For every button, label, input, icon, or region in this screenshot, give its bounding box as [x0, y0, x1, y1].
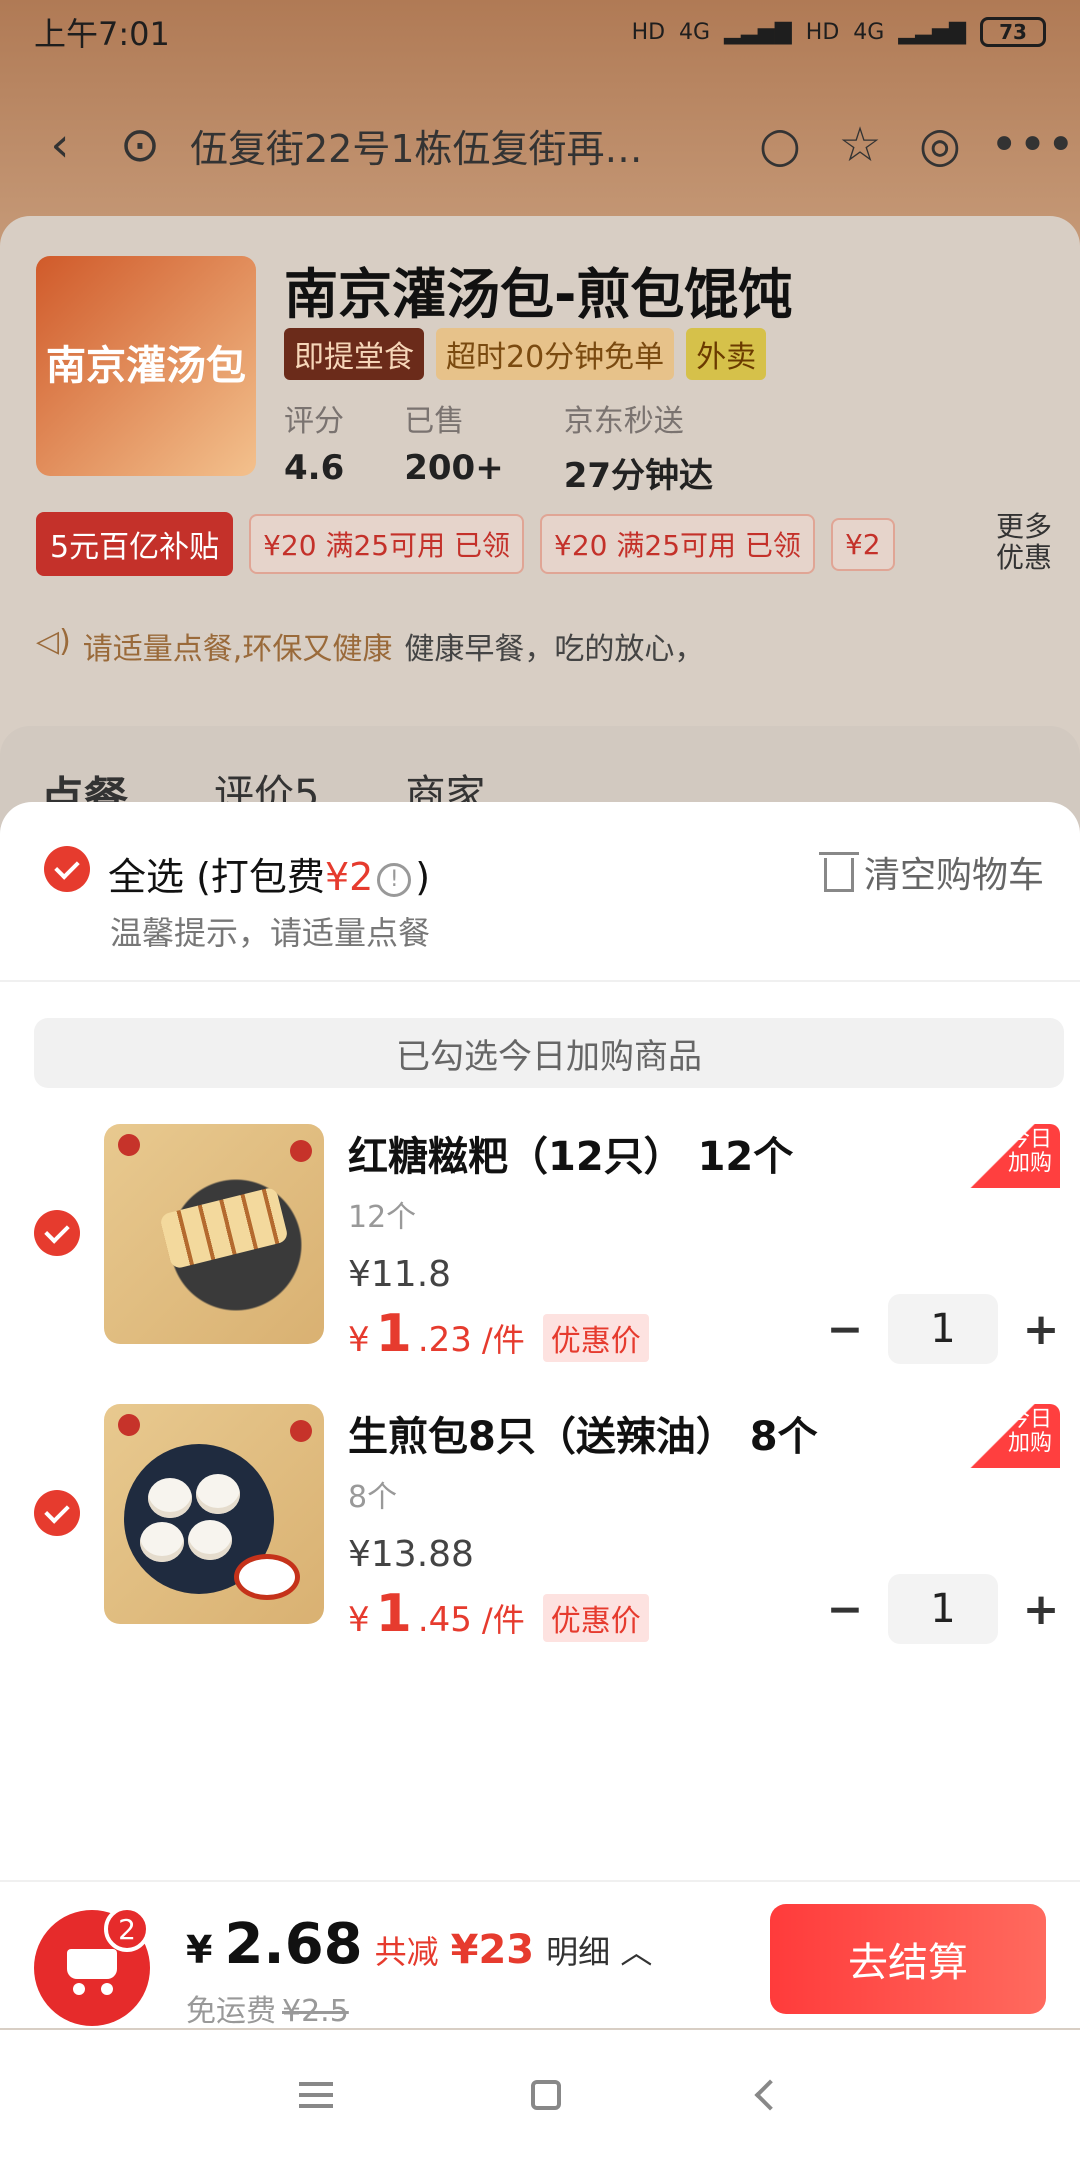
- pack-fee-prefix: (打包费: [196, 855, 325, 899]
- item-original-price: ¥11.8: [348, 1254, 452, 1295]
- system-nav-bar: [0, 2030, 1080, 2160]
- select-all-text: 全选: [108, 855, 185, 899]
- added-today-corner: 今日 加购: [960, 1124, 1060, 1188]
- price-dec: .23: [417, 1320, 472, 1360]
- chili-oil-dish-shape: [234, 1554, 300, 1600]
- quantity-value[interactable]: 1: [888, 1294, 998, 1364]
- decor-dot: [290, 1140, 312, 1162]
- decrease-button[interactable]: −: [820, 1584, 870, 1635]
- clear-cart-label: 清空购物车: [863, 855, 1044, 896]
- cart-item: 生煎包8只（送辣油） 8个 8个 ¥13.88 ¥1.45/件 优惠价 今日 加购…: [0, 1404, 1080, 1644]
- price-dec: .45: [417, 1600, 472, 1640]
- item-checkbox[interactable]: [34, 1490, 80, 1536]
- food-cake-shape: [159, 1186, 289, 1270]
- cart-item: 红糖糍粑（12只） 12个 12个 ¥11.8 ¥1.23/件 优惠价 今日 加购…: [0, 1124, 1080, 1364]
- pack-fee-suffix: ): [415, 855, 431, 899]
- added-today-corner: 今日 加购: [960, 1404, 1060, 1468]
- detail-label: 明细: [546, 1933, 611, 1971]
- item-name[interactable]: 红糖糍粑（12只） 12个: [348, 1124, 793, 1182]
- decor-dot: [118, 1134, 140, 1156]
- item-image[interactable]: [104, 1124, 324, 1344]
- decor-dot: [290, 1420, 312, 1442]
- cart-tip: 温馨提示，请适量点餐: [110, 914, 431, 952]
- shipping-original: ¥2.5: [282, 1994, 349, 2029]
- info-icon[interactable]: !: [377, 862, 412, 897]
- back-nav-icon[interactable]: [754, 2079, 786, 2111]
- price-detail-toggle[interactable]: 明细 ︿: [546, 1927, 652, 1973]
- decrease-button[interactable]: −: [820, 1304, 870, 1355]
- price-int: 1: [375, 1304, 412, 1364]
- cart-count-badge: 2: [104, 1906, 150, 1952]
- save-label: 共减: [374, 1933, 439, 1971]
- price-currency: ¥: [348, 1320, 370, 1360]
- item-image[interactable]: [104, 1404, 324, 1624]
- discount-tag: 优惠价: [542, 1314, 649, 1362]
- shipping-label: 免运费: [186, 1994, 276, 2029]
- checkout-button[interactable]: 去结算: [770, 1904, 1046, 2014]
- item-price: ¥1.45/件 优惠价: [348, 1584, 649, 1644]
- quantity-stepper: − 1 +: [820, 1574, 1066, 1644]
- select-all-label[interactable]: 全选 (打包费¥2!): [108, 846, 430, 901]
- shipping-info: 免运费 ¥2.5: [186, 1986, 349, 2030]
- food-bun-shape: [188, 1520, 232, 1560]
- total-price: 2.68: [224, 1912, 363, 1977]
- trash-icon: [818, 852, 859, 892]
- price-unit: /件: [481, 1321, 525, 1359]
- item-checkbox[interactable]: [34, 1210, 80, 1256]
- price-int: 1: [375, 1584, 412, 1644]
- cart-sheet: 全选 (打包费¥2!) 清空购物车 温馨提示，请适量点餐 已勾选今日加购商品 红…: [0, 802, 1080, 2028]
- food-bun-shape: [140, 1522, 184, 1562]
- home-icon[interactable]: [531, 2080, 561, 2110]
- cart-icon: [61, 1943, 123, 1995]
- clear-cart-button[interactable]: 清空购物车: [818, 846, 1044, 898]
- total-currency: ¥: [186, 1928, 213, 1972]
- increase-button[interactable]: +: [1016, 1584, 1066, 1635]
- increase-button[interactable]: +: [1016, 1304, 1066, 1355]
- food-bun-shape: [196, 1474, 240, 1514]
- quantity-value[interactable]: 1: [888, 1574, 998, 1644]
- item-price: ¥1.23/件 优惠价: [348, 1304, 649, 1364]
- food-bun-shape: [148, 1478, 192, 1518]
- decor-dot: [118, 1414, 140, 1436]
- select-all-checkbox[interactable]: [44, 846, 90, 892]
- checkout-bar: 2 ¥ 2.68 共减 ¥23 明细 ︿ 免运费 ¥2.5 去结算: [0, 1880, 1080, 2030]
- cart-header: 全选 (打包费¥2!) 清空购物车 温馨提示，请适量点餐: [0, 802, 1080, 982]
- pack-fee-amount: ¥2: [324, 855, 374, 899]
- item-name[interactable]: 生煎包8只（送辣油） 8个: [348, 1404, 818, 1462]
- item-spec: 8个: [348, 1480, 398, 1515]
- save-amount: ¥23: [450, 1927, 535, 1973]
- quantity-stepper: − 1 +: [820, 1294, 1066, 1364]
- menu-icon[interactable]: [299, 2082, 333, 2108]
- item-original-price: ¥13.88: [348, 1534, 474, 1575]
- price-unit: /件: [481, 1601, 525, 1639]
- chevron-up-icon: ︿: [620, 1933, 653, 1971]
- item-spec: 12个: [348, 1200, 417, 1235]
- total-price-row: ¥ 2.68 共减 ¥23 明细 ︿: [186, 1912, 652, 1977]
- added-today-banner: 已勾选今日加购商品: [34, 1018, 1064, 1088]
- price-currency: ¥: [348, 1600, 370, 1640]
- discount-tag: 优惠价: [542, 1594, 649, 1642]
